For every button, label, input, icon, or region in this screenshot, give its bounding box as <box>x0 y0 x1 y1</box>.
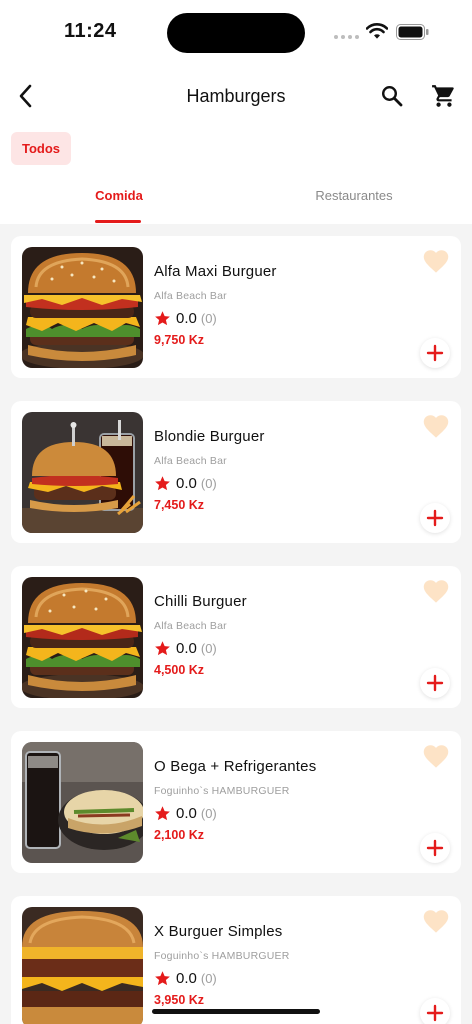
product-rating: 0.0 (0) <box>154 970 217 987</box>
product-card[interactable]: Chilli Burguer Alfa Beach Bar 0.0 (0) 4,… <box>11 566 461 708</box>
product-price: 3,950 Kz <box>154 993 205 1007</box>
product-image <box>22 742 143 863</box>
dynamic-island <box>167 13 305 53</box>
product-card[interactable]: Alfa Maxi Burguer Alfa Beach Bar 0.0 (0)… <box>11 236 461 378</box>
rating-value: 0.0 <box>176 805 197 822</box>
add-to-cart-button[interactable] <box>420 998 450 1024</box>
shopping-cart-icon <box>432 85 454 107</box>
add-to-cart-button[interactable] <box>420 668 450 698</box>
search-icon <box>381 85 403 107</box>
product-price: 4,500 Kz <box>154 663 205 677</box>
rating-count: (0) <box>200 311 217 326</box>
rating-value: 0.0 <box>176 640 197 657</box>
plus-icon <box>426 674 444 692</box>
product-name: X Burguer Simples <box>154 923 283 940</box>
product-price: 9,750 Kz <box>154 333 205 347</box>
rating-count: (0) <box>200 476 217 491</box>
plus-icon <box>426 839 444 857</box>
plus-icon <box>426 509 444 527</box>
restaurant-name: Alfa Beach Bar <box>154 620 227 632</box>
tab-comida[interactable]: Comida <box>84 188 154 203</box>
active-tab-indicator <box>95 220 141 223</box>
favorite-heart-icon[interactable] <box>422 578 450 604</box>
product-price: 7,450 Kz <box>154 498 205 512</box>
search-button[interactable] <box>378 82 406 110</box>
add-to-cart-button[interactable] <box>420 338 450 368</box>
product-rating: 0.0 (0) <box>154 640 217 657</box>
plus-icon <box>426 344 444 362</box>
status-bar: 11:24 <box>0 0 472 64</box>
battery-icon <box>396 24 429 40</box>
product-rating: 0.0 (0) <box>154 805 217 822</box>
star-icon <box>155 641 170 656</box>
favorite-heart-icon[interactable] <box>422 248 450 274</box>
star-icon <box>155 476 170 491</box>
product-image <box>22 907 143 1024</box>
restaurant-name: Foguinho`s HAMBURGUER <box>154 785 290 797</box>
wifi-icon <box>366 23 388 39</box>
restaurant-name: Alfa Beach Bar <box>154 290 227 302</box>
status-time: 11:24 <box>64 20 117 42</box>
product-name: Chilli Burguer <box>154 593 247 610</box>
cellular-signal-icon <box>334 35 359 39</box>
product-card[interactable]: X Burguer Simples Foguinho`s HAMBURGUER … <box>11 896 461 1024</box>
restaurant-name: Alfa Beach Bar <box>154 455 227 467</box>
star-icon <box>155 806 170 821</box>
add-to-cart-button[interactable] <box>420 503 450 533</box>
product-name: O Bega + Refrigerantes <box>154 758 317 775</box>
tab-restaurantes[interactable]: Restaurantes <box>294 188 414 203</box>
home-indicator[interactable] <box>152 1009 320 1014</box>
filter-chip-todos[interactable]: Todos <box>11 132 71 165</box>
favorite-heart-icon[interactable] <box>422 413 450 439</box>
cart-button[interactable] <box>430 82 458 110</box>
product-price: 2,100 Kz <box>154 828 205 842</box>
favorite-heart-icon[interactable] <box>422 908 450 934</box>
rating-count: (0) <box>200 806 217 821</box>
rating-value: 0.0 <box>176 970 197 987</box>
product-rating: 0.0 (0) <box>154 475 217 492</box>
favorite-heart-icon[interactable] <box>422 743 450 769</box>
rating-value: 0.0 <box>176 475 197 492</box>
product-image <box>22 247 143 368</box>
rating-value: 0.0 <box>176 310 197 327</box>
product-name: Alfa Maxi Burguer <box>154 263 277 280</box>
star-icon <box>155 971 170 986</box>
product-card[interactable]: O Bega + Refrigerantes Foguinho`s HAMBUR… <box>11 731 461 873</box>
star-icon <box>155 311 170 326</box>
product-image <box>22 577 143 698</box>
product-card[interactable]: Blondie Burguer Alfa Beach Bar 0.0 (0) 7… <box>11 401 461 543</box>
rating-count: (0) <box>200 971 217 986</box>
product-name: Blondie Burguer <box>154 428 265 445</box>
header: Hamburgers Todos Comida Restaurantes <box>0 64 472 224</box>
product-list: Alfa Maxi Burguer Alfa Beach Bar 0.0 (0)… <box>11 236 461 1024</box>
rating-count: (0) <box>200 641 217 656</box>
add-to-cart-button[interactable] <box>420 833 450 863</box>
restaurant-name: Foguinho`s HAMBURGUER <box>154 950 290 962</box>
product-image <box>22 412 143 533</box>
plus-icon <box>426 1004 444 1022</box>
product-rating: 0.0 (0) <box>154 310 217 327</box>
